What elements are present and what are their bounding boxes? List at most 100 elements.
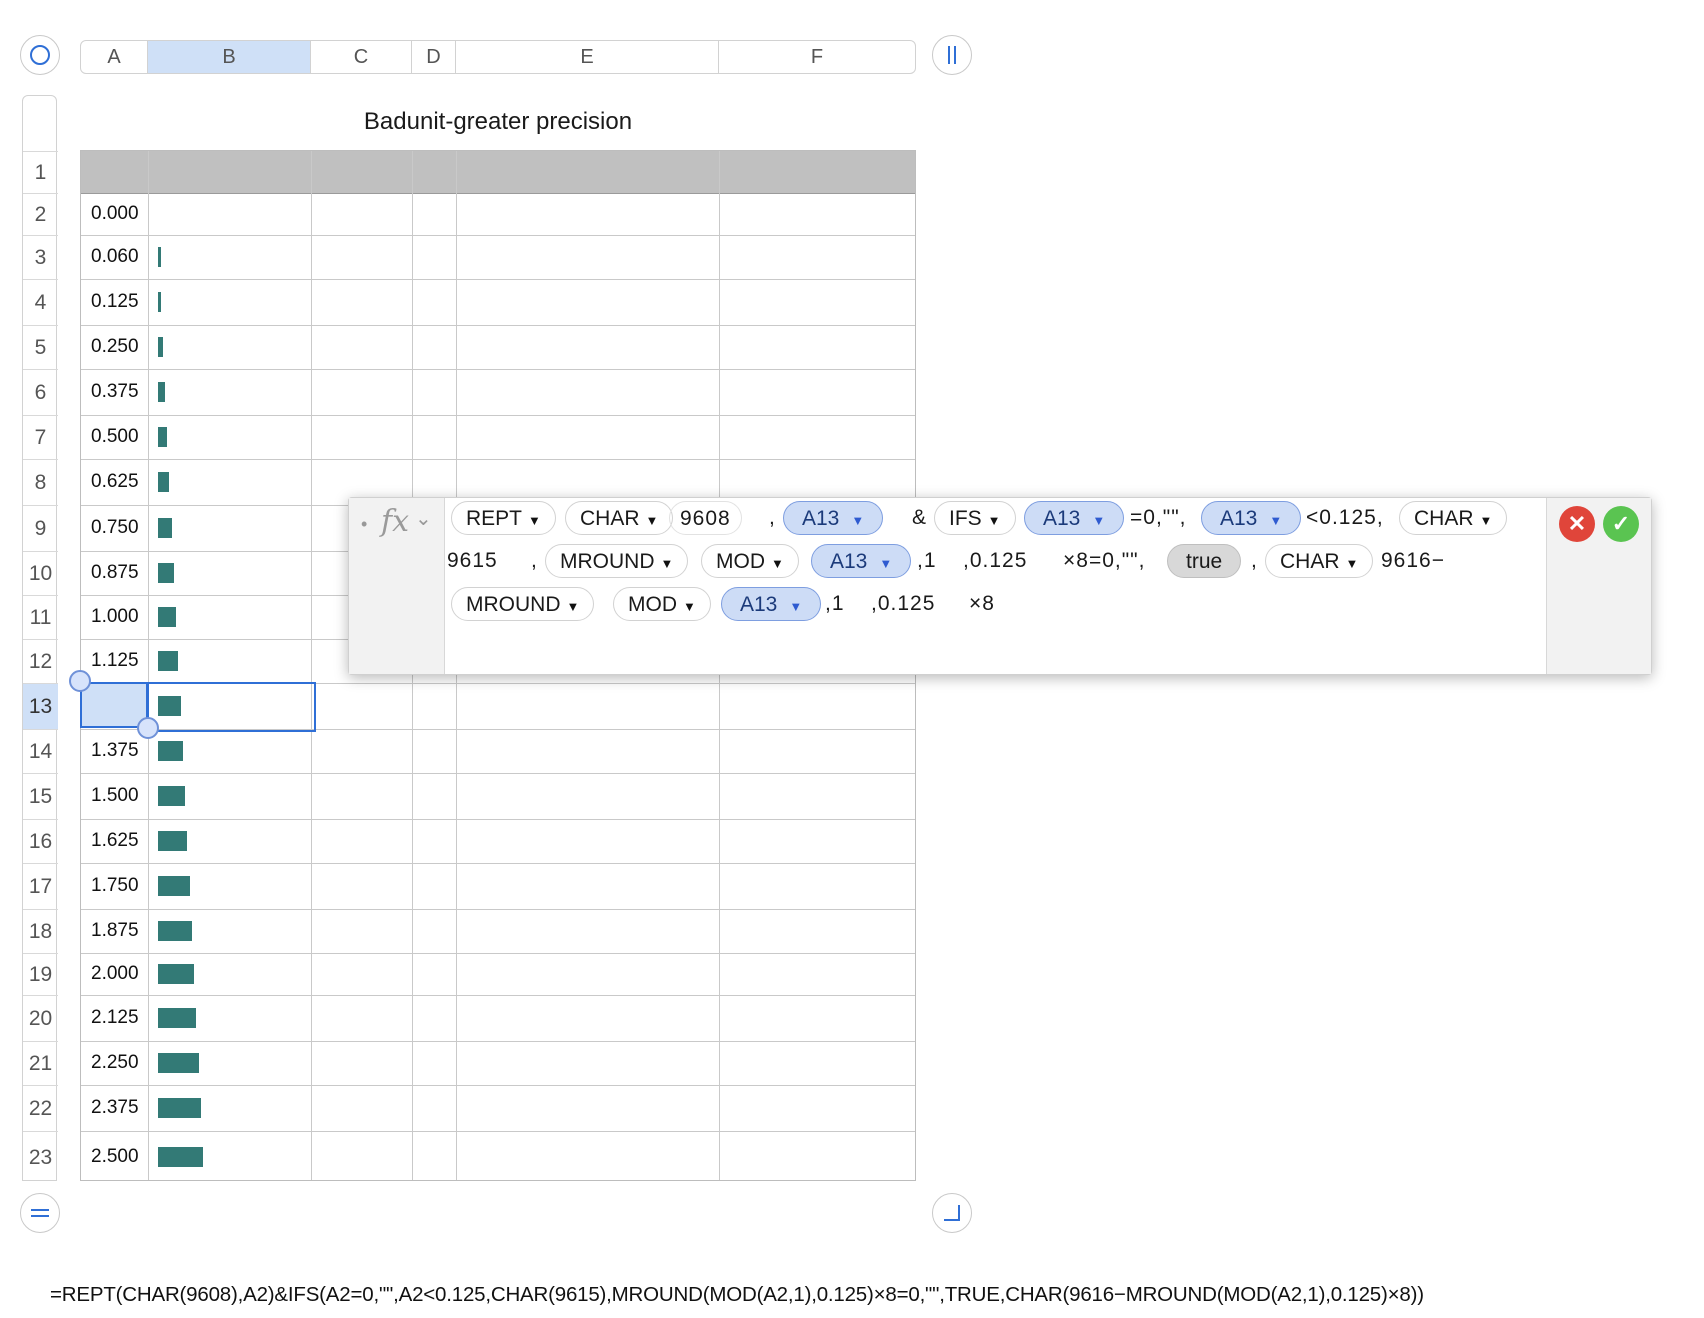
bar-glyph xyxy=(158,1146,203,1167)
row-divider xyxy=(81,1085,915,1086)
column-header-b[interactable]: B xyxy=(148,41,311,73)
row-divider xyxy=(81,863,915,864)
token-ifs[interactable]: IFS ▼ xyxy=(934,501,1016,535)
cell-value[interactable]: 2.375 xyxy=(91,1085,139,1131)
bar-glyph xyxy=(158,1053,199,1073)
row-header[interactable]: 11 xyxy=(23,595,58,639)
formula-editor[interactable]: • fx ⌄ REPT ▼ CHAR ▼ 9608 , A13 ▼ & IFS ▼ A1… xyxy=(348,497,1652,675)
circle-icon xyxy=(30,45,50,65)
row-header[interactable]: 2 xyxy=(23,193,58,235)
token-true[interactable]: true xyxy=(1167,544,1242,578)
formula-text: =REPT(CHAR(9608),A2)&IFS(A2=0,"",A2<0.12… xyxy=(50,1283,1424,1306)
token-literal-9615[interactable]: 9615 xyxy=(447,544,498,578)
dropdown-triangle-icon: ▼ xyxy=(566,599,580,614)
row-header[interactable]: 5 xyxy=(23,325,58,369)
token-mround[interactable]: MROUND ▼ xyxy=(451,587,595,621)
resize-table-handle[interactable] xyxy=(932,1193,972,1233)
bar-glyph xyxy=(158,472,170,492)
table-select-button[interactable] xyxy=(20,35,60,75)
row-header[interactable]: 9 xyxy=(23,505,58,551)
token-mod[interactable]: MOD ▼ xyxy=(701,544,799,578)
column-header-d[interactable]: D xyxy=(412,41,456,73)
row-header[interactable]: 4 xyxy=(23,279,58,325)
token-rept[interactable]: REPT ▼ xyxy=(451,501,556,535)
bar-glyph xyxy=(158,337,163,357)
cell-value[interactable]: 1.500 xyxy=(91,773,139,819)
cell-value[interactable]: 0.125 xyxy=(91,279,139,325)
row-header[interactable]: 17 xyxy=(23,863,58,909)
row-header[interactable]: 3 xyxy=(23,235,58,279)
row-header[interactable]: 18 xyxy=(23,909,58,953)
token-literal-9608[interactable]: 9608 xyxy=(669,501,742,535)
token-char[interactable]: CHAR ▼ xyxy=(1399,501,1508,535)
column-header-c[interactable]: C xyxy=(311,41,412,73)
cell-value[interactable]: 1.375 xyxy=(91,729,139,773)
row-header[interactable]: 8 xyxy=(23,459,58,505)
column-header-e[interactable]: E xyxy=(456,41,719,73)
chevron-down-icon[interactable]: ⌄ xyxy=(415,506,432,531)
token-text: ,1 xyxy=(825,592,845,615)
selection-handle-top[interactable] xyxy=(69,670,91,692)
add-row-handle[interactable] xyxy=(20,1193,60,1233)
row-header[interactable]: 6 xyxy=(23,369,58,415)
token-mod[interactable]: MOD ▼ xyxy=(613,587,711,621)
cell-value[interactable]: 0.625 xyxy=(91,459,139,505)
cell-value[interactable]: 0.875 xyxy=(91,551,139,595)
add-column-handle[interactable] xyxy=(932,35,972,75)
row-divider xyxy=(81,995,915,996)
token-char[interactable]: CHAR ▼ xyxy=(1265,544,1374,578)
row-header[interactable]: 16 xyxy=(23,819,58,863)
row-header[interactable]: 19 xyxy=(23,953,58,995)
row-divider xyxy=(81,279,915,280)
cell-value[interactable]: 0.250 xyxy=(91,325,139,369)
row-header[interactable]: 13 xyxy=(23,683,58,729)
bar-glyph xyxy=(158,1008,197,1028)
cell-value[interactable]: 1.875 xyxy=(91,909,139,953)
token-ref-a13[interactable]: A13 ▼ xyxy=(783,501,884,535)
checkmark-icon[interactable]: ✓ xyxy=(1603,506,1639,542)
row-header[interactable]: 22 xyxy=(23,1085,58,1131)
row-header[interactable]: 7 xyxy=(23,415,58,459)
row-header[interactable]: 14 xyxy=(23,729,58,773)
dropdown-triangle-icon: ▼ xyxy=(660,556,674,571)
cell-value[interactable]: 1.750 xyxy=(91,863,139,909)
bar-glyph xyxy=(158,741,183,761)
row-header[interactable]: 10 xyxy=(23,551,58,595)
dropdown-triangle-icon: ▼ xyxy=(851,513,865,528)
row-header[interactable]: 21 xyxy=(23,1041,58,1085)
column-handle-icon xyxy=(948,46,956,64)
cell-value[interactable]: 0.750 xyxy=(91,505,139,551)
bar-glyph xyxy=(158,518,172,538)
token-text: ,0.125 xyxy=(963,549,1028,572)
token-char[interactable]: CHAR ▼ xyxy=(565,501,674,535)
token-ref-a13[interactable]: A13 ▼ xyxy=(721,587,822,621)
cell-value[interactable]: 0.500 xyxy=(91,415,139,459)
row-header[interactable]: 23 xyxy=(23,1131,58,1182)
selection-handle-bottom[interactable] xyxy=(137,717,159,739)
token-ref-a13[interactable]: A13 ▼ xyxy=(1024,501,1125,535)
cell-value[interactable]: 2.500 xyxy=(91,1131,139,1182)
cell-value[interactable]: 0.375 xyxy=(91,369,139,415)
cell-value[interactable]: 1.625 xyxy=(91,819,139,863)
column-header-a[interactable]: A xyxy=(81,41,148,73)
column-header-f[interactable]: F xyxy=(719,41,915,73)
row-header[interactable]: 20 xyxy=(23,995,58,1041)
cell-value[interactable]: 2.000 xyxy=(91,953,139,995)
cell-value[interactable]: 2.250 xyxy=(91,1041,139,1085)
selected-cell-b13[interactable] xyxy=(147,682,316,732)
row-divider xyxy=(81,459,915,460)
cell-value[interactable]: 0.000 xyxy=(91,193,139,235)
token-ref-a13[interactable]: A13 ▼ xyxy=(1201,501,1302,535)
token-ref-a13[interactable]: A13 ▼ xyxy=(811,544,912,578)
row-header[interactable]: 15 xyxy=(23,773,58,819)
row-header[interactable]: 1 xyxy=(23,151,58,193)
column-header-bar: A B C D E F xyxy=(80,40,916,74)
token-mround[interactable]: MROUND ▼ xyxy=(545,544,689,578)
close-icon[interactable]: ✕ xyxy=(1559,506,1595,542)
cell-value[interactable]: 1.125 xyxy=(91,639,139,683)
row-header[interactable]: 12 xyxy=(23,639,58,683)
cell-value[interactable]: 1.000 xyxy=(91,595,139,639)
fx-icon[interactable]: fx xyxy=(381,504,409,539)
cell-value[interactable]: 0.060 xyxy=(91,235,139,279)
cell-value[interactable]: 2.125 xyxy=(91,995,139,1041)
